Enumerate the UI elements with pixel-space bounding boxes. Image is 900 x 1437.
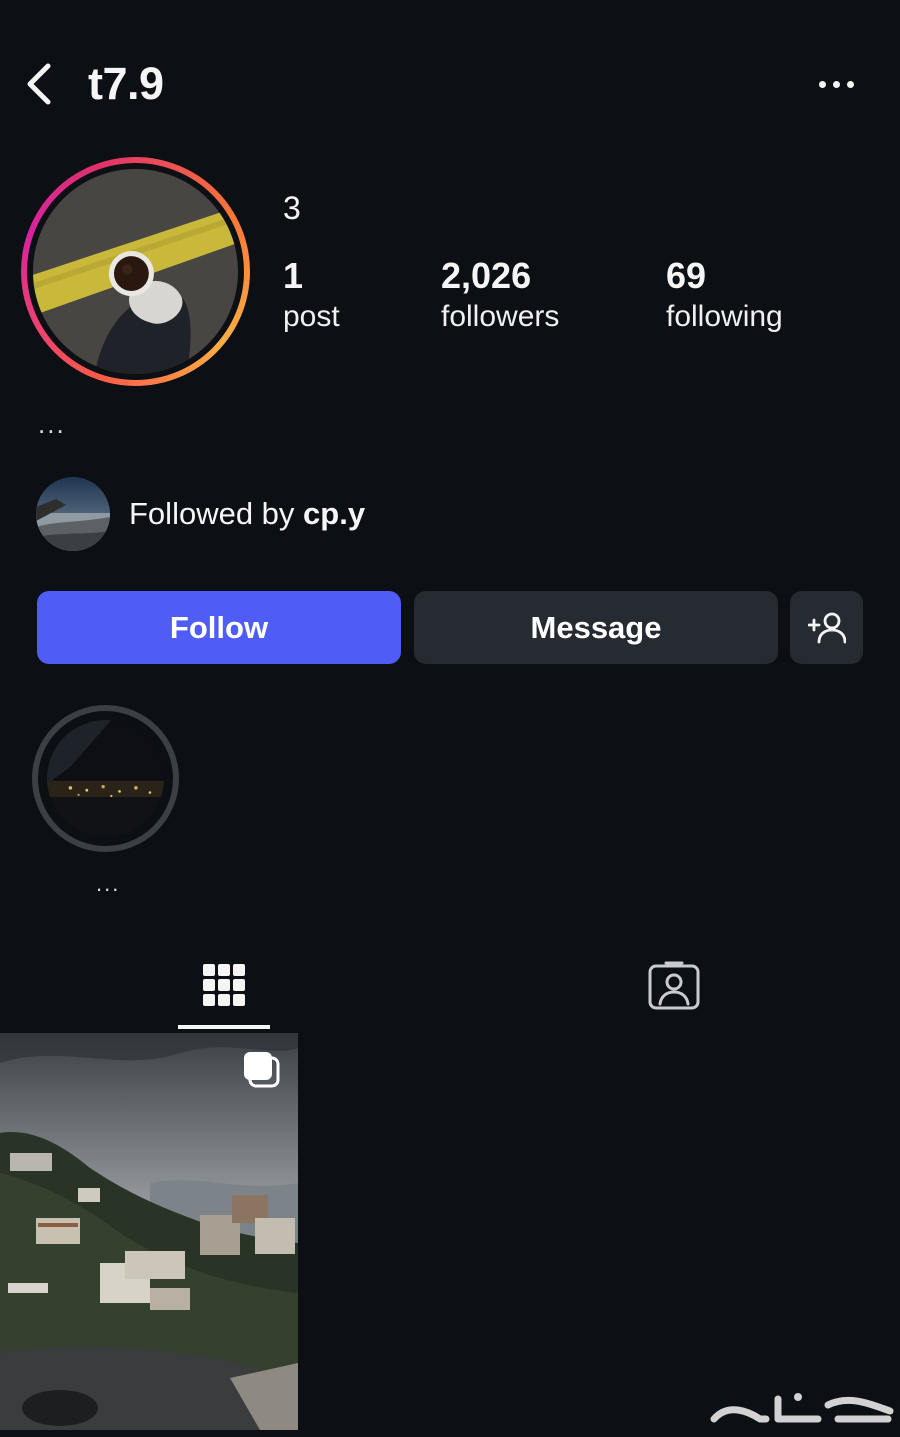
- posts-label: post: [283, 300, 340, 333]
- stat-following[interactable]: 69 following: [666, 256, 783, 338]
- chevron-left-icon: [27, 63, 51, 105]
- follow-button[interactable]: Follow: [37, 591, 401, 664]
- tab-tagged[interactable]: [628, 940, 720, 1030]
- posts-count: 1: [283, 255, 304, 296]
- stat-posts[interactable]: 1 post: [283, 256, 340, 338]
- more-options-button[interactable]: [808, 62, 864, 106]
- followed-by-prefix: Followed by: [129, 496, 304, 531]
- active-tab-indicator: [178, 1025, 270, 1029]
- profile-page: t7.9 3 1 post 2,026 followers 69 followi…: [0, 0, 900, 1437]
- profile-extra-count: 3: [283, 190, 301, 226]
- carousel-icon: [242, 1050, 282, 1090]
- back-button[interactable]: [14, 58, 62, 110]
- suggest-user-button[interactable]: [790, 591, 863, 664]
- grid-icon: [203, 964, 245, 1006]
- story-highlight[interactable]: [32, 705, 179, 852]
- followers-label: followers: [441, 300, 560, 333]
- post-thumbnail[interactable]: [0, 1033, 298, 1430]
- profile-bio: ...: [38, 409, 66, 439]
- profile-avatar[interactable]: [21, 157, 250, 386]
- more-horizontal-icon: [818, 80, 826, 88]
- following-label: following: [666, 300, 783, 333]
- profile-username: t7.9: [88, 58, 164, 109]
- avatar-image: [33, 169, 238, 374]
- followers-count: 2,026: [441, 255, 532, 296]
- add-user-icon: [807, 612, 846, 643]
- highlight-title: ...: [96, 871, 121, 896]
- highlight-cover: [47, 720, 164, 837]
- following-count: 69: [666, 255, 707, 296]
- haraj-watermark-logo: [708, 1385, 894, 1431]
- followed-by-text[interactable]: Followed by cp.y: [129, 494, 365, 534]
- tagged-user-icon: [648, 961, 700, 1010]
- mutual-follower-avatar[interactable]: [36, 477, 110, 551]
- stat-followers[interactable]: 2,026 followers: [441, 256, 559, 338]
- message-button[interactable]: Message: [414, 591, 778, 664]
- followed-by-username: cp.y: [303, 496, 366, 531]
- tab-posts[interactable]: [178, 940, 270, 1030]
